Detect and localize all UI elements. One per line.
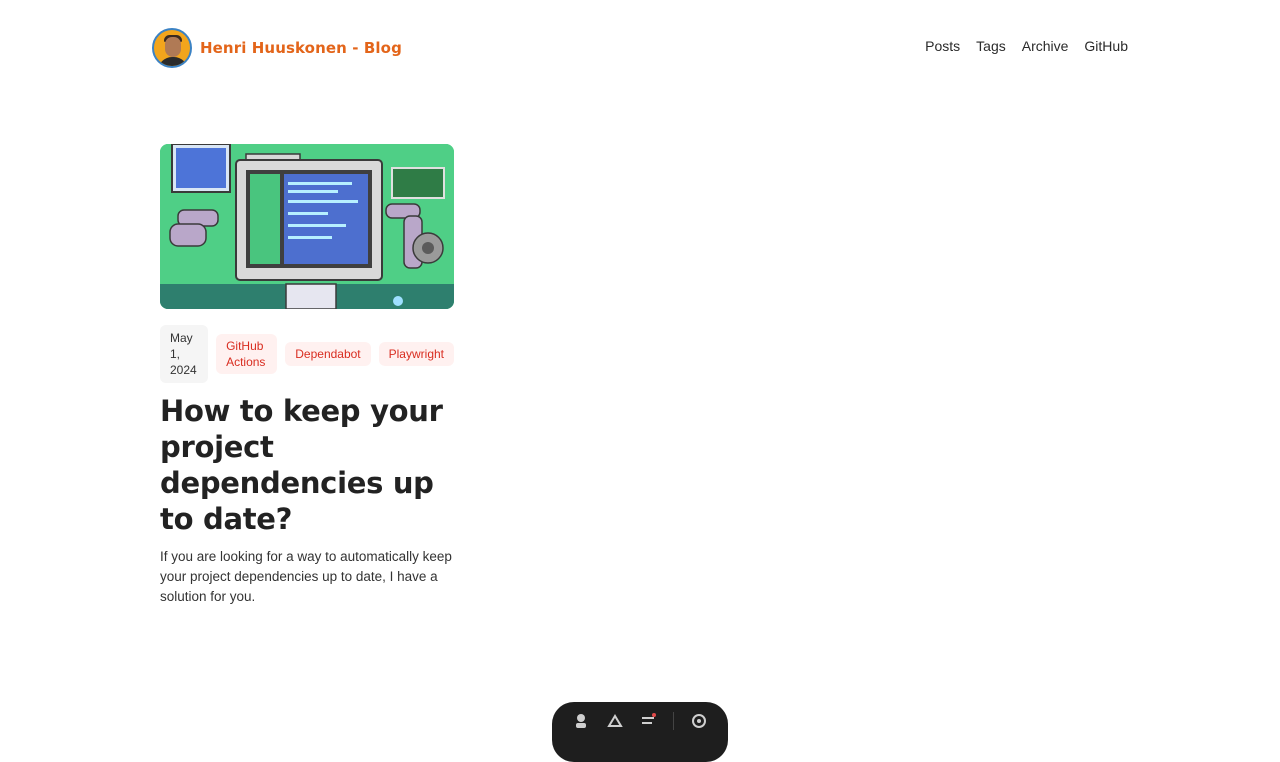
toolbar-icon[interactable] bbox=[606, 712, 624, 730]
tag-playwright[interactable]: Playwright bbox=[378, 342, 454, 366]
post-title[interactable]: How to keep your project dependencies up… bbox=[160, 393, 454, 537]
nav-archive[interactable]: Archive bbox=[1022, 38, 1069, 54]
gear-icon[interactable] bbox=[690, 712, 708, 730]
tag-github-actions[interactable]: GitHub Actions bbox=[216, 334, 278, 374]
brand-link[interactable]: Henri Huuskonen - Blog bbox=[152, 28, 402, 68]
post-cover-image[interactable] bbox=[160, 144, 454, 309]
post-meta: May 1, 2024 GitHub Actions Dependabot Pl… bbox=[160, 325, 454, 383]
avatar bbox=[152, 28, 192, 68]
nav-posts[interactable]: Posts bbox=[925, 38, 960, 54]
toolbar-divider bbox=[673, 712, 675, 730]
main-nav: Posts Tags Archive GitHub bbox=[925, 38, 1128, 54]
toolbar-icon[interactable] bbox=[639, 712, 657, 730]
site-header: Henri Huuskonen - Blog Posts Tags Archiv… bbox=[0, 0, 1280, 96]
floating-toolbar bbox=[552, 702, 728, 762]
nav-github[interactable]: GitHub bbox=[1084, 38, 1128, 54]
brand-title: Henri Huuskonen - Blog bbox=[200, 39, 402, 57]
post-date: May 1, 2024 bbox=[160, 325, 209, 383]
toolbar-icon[interactable] bbox=[572, 712, 590, 730]
nav-tags[interactable]: Tags bbox=[976, 38, 1006, 54]
post-card: May 1, 2024 GitHub Actions Dependabot Pl… bbox=[160, 144, 454, 607]
post-excerpt: If you are looking for a way to automati… bbox=[160, 549, 452, 604]
tag-dependabot[interactable]: Dependabot bbox=[285, 342, 371, 366]
